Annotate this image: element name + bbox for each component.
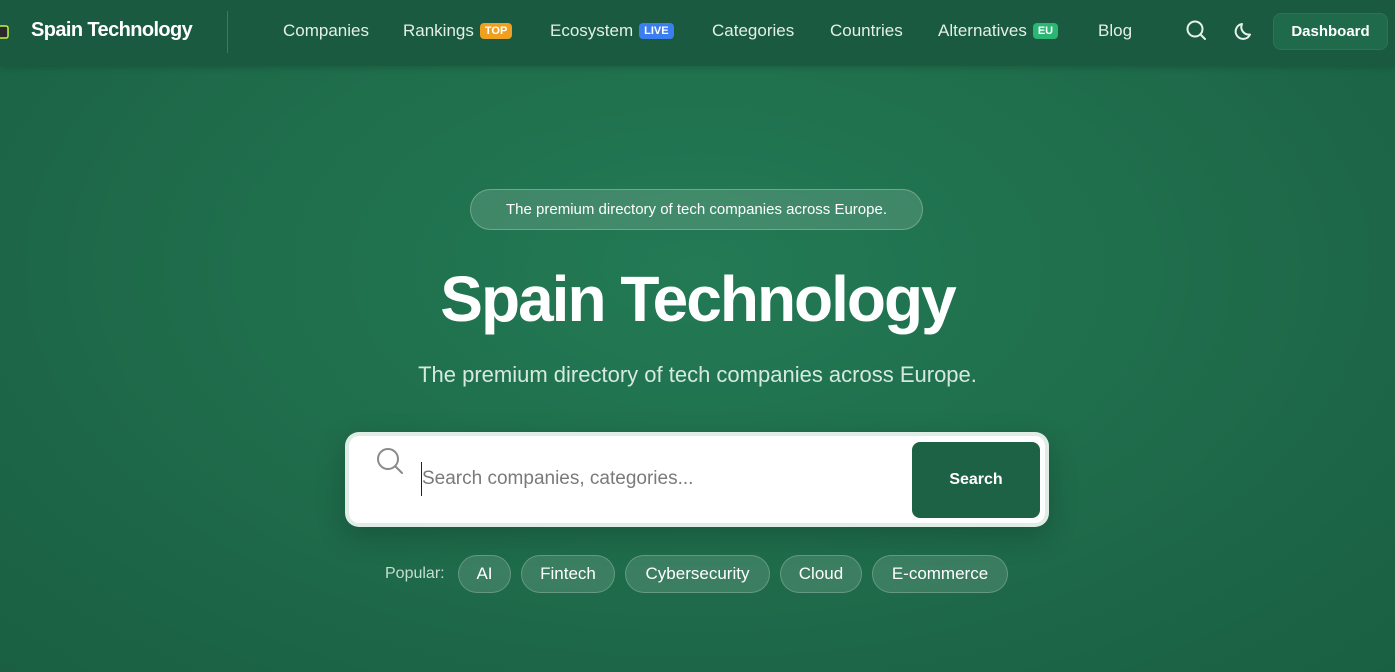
nav-divider bbox=[227, 11, 228, 53]
nav-item-label: Alternatives bbox=[938, 21, 1027, 40]
nav-item-rankings[interactable]: Rankings TOP bbox=[403, 21, 513, 41]
nav-item-label: Blog bbox=[1098, 21, 1133, 40]
search-form: Search bbox=[345, 432, 1049, 527]
popular-chip-fintech[interactable]: Fintech bbox=[521, 555, 615, 593]
top-navigation: Spain Technology Companies Rankings TOP … bbox=[0, 0, 1395, 66]
nav-item-blog[interactable]: Blog bbox=[1098, 21, 1132, 41]
nav-item-companies[interactable]: Companies bbox=[283, 21, 369, 41]
nav-item-alternatives[interactable]: Alternatives EU bbox=[938, 21, 1059, 41]
popular-chip-ecommerce[interactable]: E-commerce bbox=[872, 555, 1008, 593]
eu-badge: EU bbox=[1032, 23, 1059, 39]
popular-chip-cloud[interactable]: Cloud bbox=[780, 555, 862, 593]
page-title: Spain Technology bbox=[440, 263, 956, 335]
moon-icon[interactable] bbox=[1232, 18, 1258, 44]
logo-icon[interactable] bbox=[0, 24, 10, 40]
popular-label: Popular: bbox=[385, 565, 445, 582]
brand-logo-text[interactable]: Spain Technology bbox=[31, 19, 193, 42]
popular-chip-ai[interactable]: AI bbox=[458, 555, 511, 593]
hero-subtitle: The premium directory of tech companies … bbox=[418, 362, 977, 387]
nav-item-label: Categories bbox=[712, 21, 795, 40]
nav-item-ecosystem[interactable]: Ecosystem LIVE bbox=[550, 21, 674, 41]
live-badge: LIVE bbox=[639, 23, 674, 39]
nav-item-label: Rankings bbox=[403, 21, 474, 40]
search-icon[interactable] bbox=[1184, 18, 1210, 44]
top-badge: TOP bbox=[479, 23, 513, 39]
dashboard-button[interactable]: Dashboard bbox=[1273, 13, 1388, 50]
popular-chip-cybersecurity[interactable]: Cybersecurity bbox=[625, 555, 770, 593]
nav-item-countries[interactable]: Countries bbox=[830, 21, 903, 41]
nav-item-label: Countries bbox=[830, 21, 903, 40]
search-icon bbox=[377, 448, 403, 474]
nav-item-label: Ecosystem bbox=[550, 21, 634, 40]
search-button[interactable]: Search bbox=[912, 442, 1040, 518]
nav-item-label: Companies bbox=[283, 21, 369, 40]
nav-item-categories[interactable]: Categories bbox=[712, 21, 794, 41]
tagline-pill: The premium directory of tech companies … bbox=[470, 189, 923, 230]
search-input[interactable] bbox=[421, 462, 901, 496]
